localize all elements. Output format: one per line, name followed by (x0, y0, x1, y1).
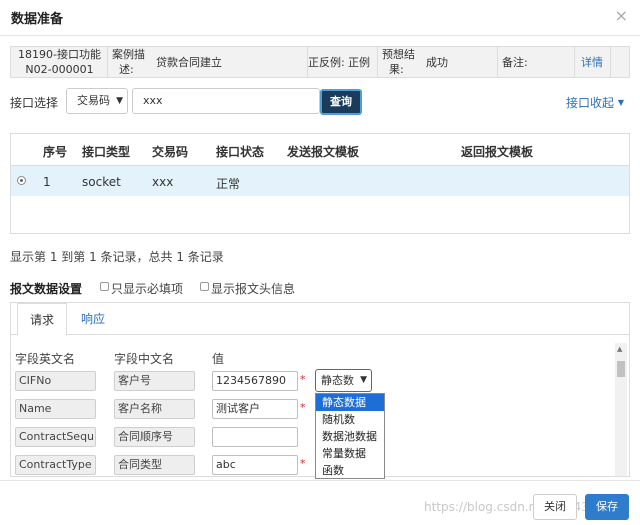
case-info-bar: 18190-接口功能 N02-000001 案例描 述: 贷款合同建立 正反例:… (10, 46, 630, 78)
required-mark: * (300, 373, 306, 386)
interface-collapse-link[interactable]: 接口收起 ▼ (566, 94, 624, 111)
field-value-input[interactable]: abc (212, 455, 298, 475)
option-pool-data[interactable]: 数据池数据 (316, 428, 384, 445)
case-detail-link[interactable]: 详情 (581, 56, 603, 70)
save-button[interactable]: 保存 (585, 494, 629, 520)
row-status: 正常 (216, 177, 241, 191)
option-function[interactable]: 函数 (316, 462, 384, 479)
field-value-input[interactable]: 测试客户 (212, 399, 298, 419)
caret-down-icon: ▼ (617, 98, 624, 107)
interface-table: 序号 接口类型 交易码 接口状态 发送报文模板 返回报文模板 1 socket … (10, 133, 630, 234)
collapse-link-label: 接口收起 (566, 96, 615, 110)
data-source-select[interactable]: 静态数 ▼ (315, 369, 372, 392)
field-en-name: Name (15, 399, 96, 419)
field-head-en: 字段英文名 (15, 352, 76, 366)
case-expect-label-2: 果: (389, 63, 404, 76)
field-cn-name: 客户名称 (114, 399, 195, 419)
required-mark: * (300, 457, 306, 470)
search-type-value: 交易码 (77, 94, 110, 107)
only-required-checkbox[interactable] (100, 282, 109, 291)
only-required-label[interactable]: 只显示必填项 (111, 280, 183, 297)
close-icon[interactable]: × (615, 6, 628, 25)
case-remark-label: 备注: (502, 56, 528, 69)
dialog-title: 数据准备 (11, 12, 64, 27)
option-static-data[interactable]: 静态数据 (316, 394, 384, 411)
case-posneg-label: 正反例: (308, 56, 345, 69)
table-summary: 显示第 1 到第 1 条记录，总共 1 条记录 (10, 250, 224, 264)
case-expect-label-1: 预想结 (382, 48, 415, 61)
field-en-name: ContractType (15, 455, 96, 475)
chevron-down-icon: ▼ (360, 375, 367, 385)
scroll-thumb[interactable] (617, 361, 625, 377)
tab-response[interactable]: 响应 (73, 303, 113, 336)
vertical-scrollbar[interactable]: ▲ (615, 343, 627, 476)
col-return-template: 返回报文模板 (461, 145, 534, 159)
data-source-options: 静态数据 随机数 数据池数据 常量数据 函数 (315, 393, 385, 479)
case-desc-label-2: 述: (119, 63, 134, 76)
col-code: 交易码 (152, 145, 189, 159)
field-value-input[interactable]: 1234567890 (212, 371, 298, 391)
case-id-line1: 18190-接口功能 (18, 48, 101, 61)
case-posneg-value: 正例 (348, 56, 370, 69)
dialog-footer: https://blog.csdn.net/qq_43xxx 关闭 保存 (0, 480, 640, 525)
case-detail-cell: 详情 (575, 47, 611, 77)
case-id-line2: N02-000001 (25, 63, 94, 76)
case-desc-value: 贷款合同建立 (156, 56, 222, 69)
field-en-name: CIFNo (15, 371, 96, 391)
case-posneg-cell: 正反例: 正例 (308, 47, 378, 77)
interface-select-label: 接口选择 (10, 96, 59, 110)
col-send-template: 发送报文模板 (287, 145, 360, 159)
case-remark-cell: 备注: (498, 47, 575, 77)
query-button[interactable]: 查询 (320, 89, 362, 115)
field-en-name: ContractSequ (15, 427, 96, 447)
row-radio[interactable] (17, 176, 26, 185)
field-value-input[interactable] (212, 427, 298, 447)
case-desc-label-1: 案例描 (112, 48, 145, 61)
search-type-select[interactable]: 交易码 ▼ (66, 88, 128, 114)
col-index: 序号 (43, 145, 68, 159)
case-expect-value: 成功 (426, 56, 448, 69)
scroll-up-icon[interactable]: ▲ (617, 345, 622, 353)
col-status: 接口状态 (216, 145, 265, 159)
field-cn-name: 合同顺序号 (114, 427, 195, 447)
field-cn-name: 合同类型 (114, 455, 195, 475)
show-header-checkbox[interactable] (200, 282, 209, 291)
col-type: 接口类型 (82, 145, 131, 159)
chevron-down-icon: ▼ (116, 96, 123, 106)
show-header-label[interactable]: 显示报文头信息 (211, 280, 295, 297)
watermark-text: https://blog.csdn.net/qq_43xxx (424, 500, 611, 514)
row-code: xxx (152, 175, 174, 189)
close-button[interactable]: 关闭 (533, 494, 577, 520)
table-header: 序号 接口类型 交易码 接口状态 发送报文模板 返回报文模板 (11, 134, 629, 166)
field-head-cn: 字段中文名 (114, 352, 175, 366)
data-source-value: 静态数 (321, 374, 354, 387)
case-desc-cell: 案例描 述: 贷款合同建立 (108, 47, 308, 77)
case-id-cell: 18190-接口功能 N02-000001 (11, 47, 108, 77)
interface-select-row: 接口选择 交易码 ▼ xxx 查询 接口收起 ▼ (10, 88, 630, 115)
case-expect-cell: 预想结 果: 成功 (378, 47, 498, 77)
tab-request[interactable]: 请求 (17, 303, 67, 336)
search-input[interactable]: xxx (132, 88, 320, 114)
required-mark: * (300, 401, 306, 414)
table-row[interactable]: 1 socket xxx 正常 (11, 166, 629, 196)
field-cn-name: 客户号 (114, 371, 195, 391)
dialog-header: 数据准备 × (0, 0, 640, 36)
option-random-number[interactable]: 随机数 (316, 411, 384, 428)
field-head-value: 值 (212, 352, 225, 366)
tab-bar: 请求 响应 (11, 303, 629, 336)
option-constant-data[interactable]: 常量数据 (316, 445, 384, 462)
clipped-row: ContractType 合同类型 abc * (11, 455, 611, 476)
row-type: socket (82, 175, 121, 189)
message-settings-title: 报文数据设置 (10, 282, 83, 296)
row-index: 1 (43, 175, 51, 189)
